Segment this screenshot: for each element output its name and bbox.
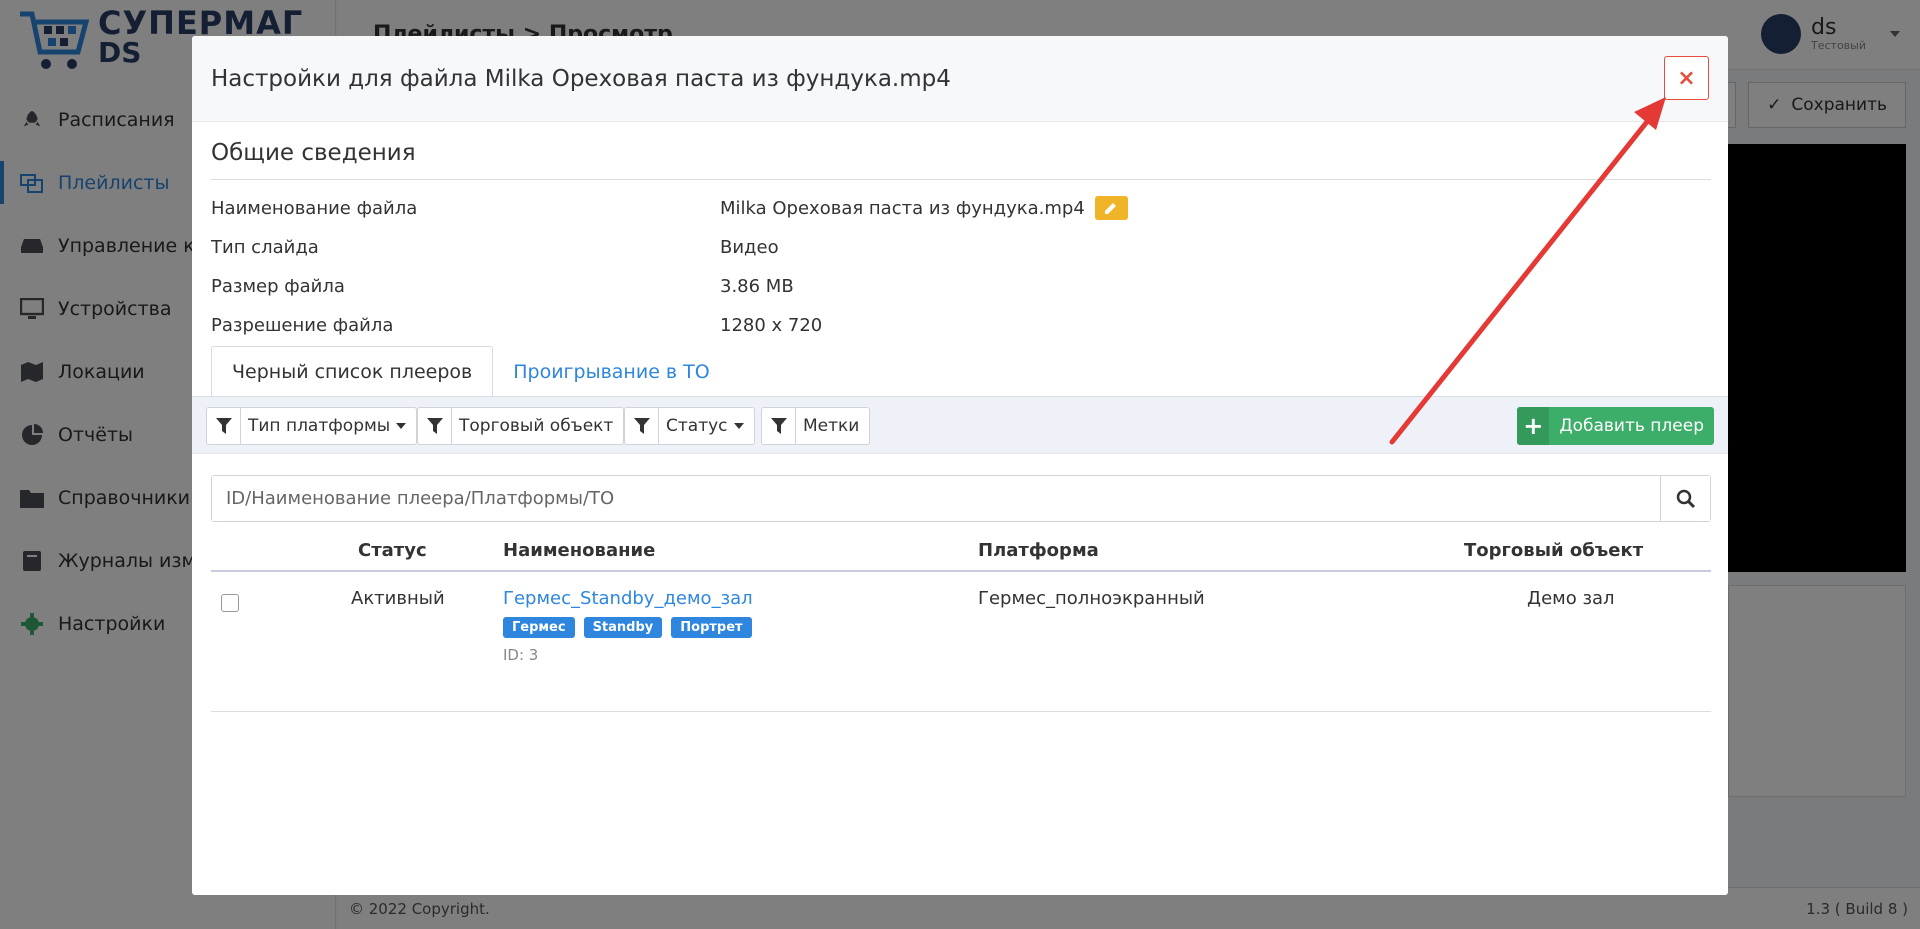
filter-icon (625, 408, 659, 444)
tag-badge: Гермес (503, 617, 575, 638)
edit-filename-button[interactable] (1094, 196, 1128, 220)
filter-label: Тип платформы (248, 416, 391, 436)
filter-icon (762, 408, 796, 444)
platform-cell: Гермес_полноэкранный (978, 588, 1205, 609)
column-header-trade-object[interactable]: Торговый объект (1464, 540, 1643, 561)
filter-label: Статус (666, 416, 728, 436)
chevron-down-icon (733, 423, 744, 429)
column-header-platform[interactable]: Платформа (978, 540, 1099, 561)
trade-object-cell: Демо зал (1527, 588, 1615, 609)
tabs: Черный список плееров Проигрывание в ТО (211, 346, 1728, 397)
info-value: 1280 x 720 (720, 314, 823, 336)
name-cell: Гермес_Standby_демо_зал Гермес Standby П… (503, 588, 753, 664)
add-player-button[interactable]: + Добавить плеер (1517, 407, 1714, 445)
modal-header: Настройки для файла Milka Ореховая паста… (192, 36, 1728, 122)
tag-badge: Standby (583, 617, 663, 638)
filter-icon (418, 408, 452, 444)
plus-icon: + (1517, 407, 1550, 445)
tab-playback-in-to[interactable]: Проигрывание в ТО (493, 346, 730, 397)
info-row-type: Тип слайда Видео (211, 232, 1711, 262)
divider (211, 179, 1711, 180)
info-value: 3.86 MB (720, 275, 794, 297)
search-input[interactable] (212, 476, 1660, 521)
row-checkbox[interactable] (221, 594, 239, 612)
info-row-resolution: Разрешение файла 1280 x 720 (211, 310, 1711, 340)
pencil-icon (1105, 203, 1117, 214)
filter-trade-object-button[interactable]: Торговый объект (417, 407, 625, 445)
close-icon: × (1677, 65, 1696, 91)
add-player-label: Добавить плеер (1559, 416, 1704, 436)
info-row-size: Размер файла 3.86 MB (211, 271, 1711, 301)
tag-badge: Портрет (671, 617, 752, 638)
status-cell: Активный (351, 588, 445, 609)
player-link[interactable]: Гермес_Standby_демо_зал (503, 588, 753, 609)
search-icon (1676, 489, 1695, 508)
info-value: Milka Ореховая паста из фундука.mp4 (720, 197, 1085, 219)
filter-tags-button[interactable]: Метки (761, 407, 871, 445)
tab-player-blacklist[interactable]: Черный список плееров (211, 346, 494, 397)
filter-icon (207, 408, 241, 444)
info-label: Наименование файла (211, 197, 418, 219)
info-value: Видео (720, 236, 779, 258)
table-header: Статус Наименование Платформа Торговый о… (211, 528, 1711, 572)
filter-label: Метки (803, 416, 860, 436)
info-label: Тип слайда (211, 236, 319, 258)
file-settings-modal: Настройки для файла Milka Ореховая паста… (192, 36, 1728, 895)
filter-platform-type-button[interactable]: Тип платформы (206, 407, 418, 445)
section-title: Общие сведения (211, 140, 416, 166)
search-box (211, 475, 1711, 522)
search-button[interactable] (1660, 476, 1710, 521)
close-button[interactable]: × (1664, 56, 1709, 100)
chevron-down-icon (396, 423, 407, 429)
info-row-filename: Наименование файла Milka Ореховая паста … (211, 193, 1711, 223)
table-row: Активный Гермес_Standby_демо_зал Гермес … (211, 574, 1711, 712)
filter-bar: Тип платформы Торговый объект Статус Мет… (192, 396, 1728, 454)
modal-title: Настройки для файла Milka Ореховая паста… (211, 65, 951, 92)
column-header-name[interactable]: Наименование (503, 540, 655, 561)
tag-list: Гермес Standby Портрет (503, 617, 753, 638)
info-label: Размер файла (211, 275, 345, 297)
player-id: ID: 3 (503, 646, 539, 664)
info-label: Разрешение файла (211, 314, 394, 336)
column-header-status[interactable]: Статус (358, 540, 427, 561)
filter-label: Торговый объект (459, 416, 614, 436)
filter-status-button[interactable]: Статус (624, 407, 755, 445)
